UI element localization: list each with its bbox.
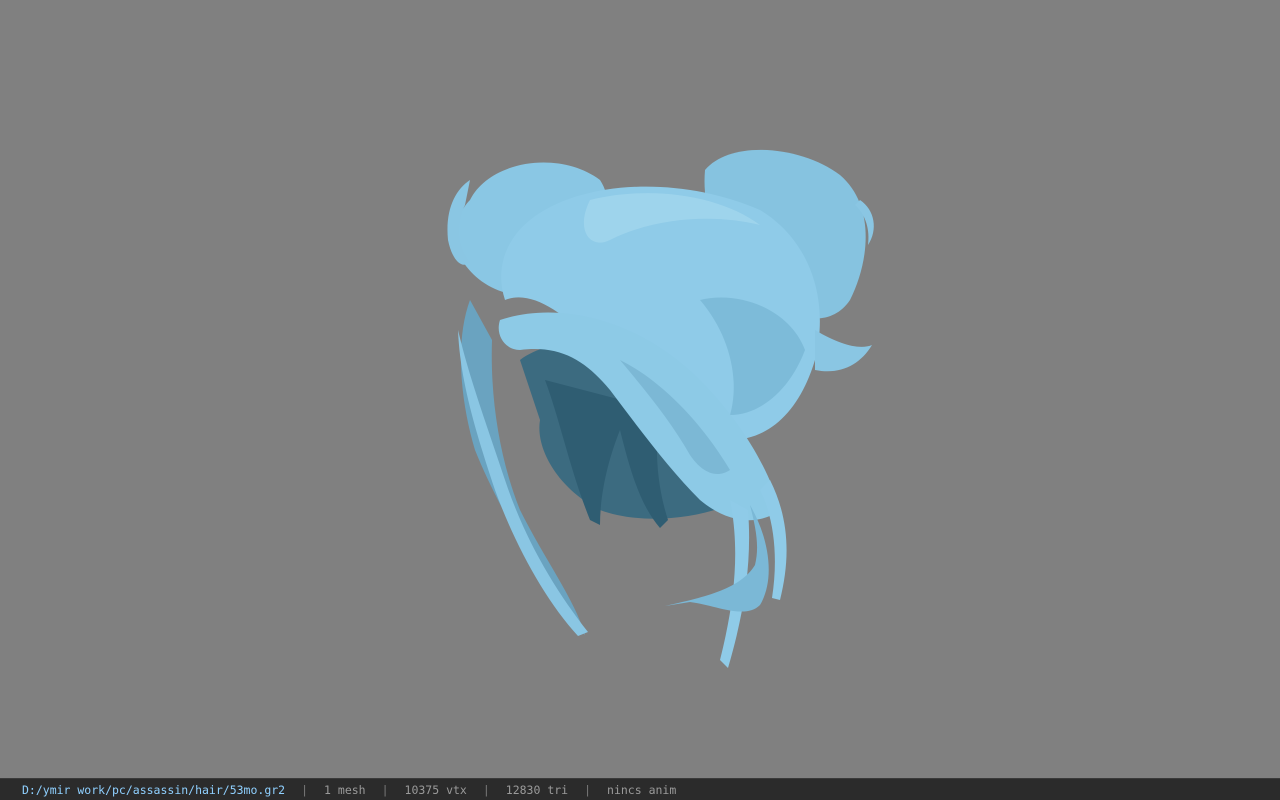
mesh-count: 1 mesh: [324, 782, 366, 797]
status-bar: D:/ymir work/pc/assassin/hair/53mo.gr2 |…: [0, 778, 1280, 800]
vertex-count: 10375 vtx: [404, 782, 467, 797]
status-separator: |: [381, 782, 389, 797]
hair-right-strand-2: [665, 505, 769, 612]
status-separator: |: [482, 782, 490, 797]
3d-viewport[interactable]: [0, 0, 1280, 778]
status-separator: |: [584, 782, 592, 797]
animation-status: nincs anim: [607, 782, 677, 797]
file-path: D:/ymir work/pc/assassin/hair/53mo.gr2: [22, 782, 286, 797]
hair-right-curl: [815, 330, 872, 372]
status-separator: |: [301, 782, 309, 797]
hair-model-render: [447, 149, 874, 668]
triangle-count: 12830 tri: [505, 782, 569, 797]
